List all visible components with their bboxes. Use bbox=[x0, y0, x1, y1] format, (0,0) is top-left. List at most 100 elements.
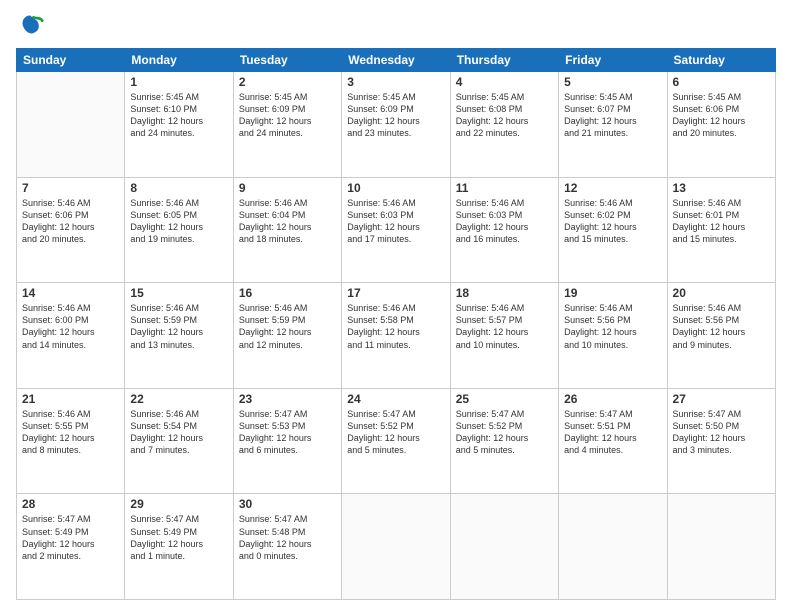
calendar-cell: 1 Sunrise: 5:45 AM Sunset: 6:10 PM Daylig… bbox=[125, 72, 233, 178]
cell-content: Sunrise: 5:46 AM Sunset: 6:02 PM Dayligh… bbox=[564, 197, 661, 246]
cell-content: Sunrise: 5:47 AM Sunset: 5:49 PM Dayligh… bbox=[130, 513, 227, 562]
calendar-cell: 4 Sunrise: 5:45 AM Sunset: 6:08 PM Daylig… bbox=[450, 72, 558, 178]
cell-content: Sunrise: 5:45 AM Sunset: 6:08 PM Dayligh… bbox=[456, 91, 553, 140]
day-number: 3 bbox=[347, 75, 444, 89]
cell-content: Sunrise: 5:45 AM Sunset: 6:09 PM Dayligh… bbox=[239, 91, 336, 140]
calendar-week-2: 7 Sunrise: 5:46 AM Sunset: 6:06 PM Daylig… bbox=[17, 177, 776, 283]
cell-content: Sunrise: 5:46 AM Sunset: 6:03 PM Dayligh… bbox=[347, 197, 444, 246]
calendar-cell: 21Sunrise: 5:46 AM Sunset: 5:55 PM Dayli… bbox=[17, 388, 125, 494]
day-number: 10 bbox=[347, 181, 444, 195]
calendar-cell bbox=[342, 494, 450, 600]
calendar-cell: 18 Sunrise: 5:46 AM Sunset: 5:57 PM Dayli… bbox=[450, 283, 558, 389]
day-number: 20 bbox=[673, 286, 770, 300]
calendar-week-5: 28 Sunrise: 5:47 AM Sunset: 5:49 PM Dayli… bbox=[17, 494, 776, 600]
page: SundayMondayTuesdayWednesdayThursdayFrid… bbox=[0, 0, 792, 612]
day-number: 6 bbox=[673, 75, 770, 89]
cell-content: Sunrise: 5:46 AM Sunset: 6:00 PM Dayligh… bbox=[22, 302, 119, 351]
cell-content: Sunrise: 5:46 AM Sunset: 5:57 PM Dayligh… bbox=[456, 302, 553, 351]
day-number: 2 bbox=[239, 75, 336, 89]
day-number: 1 bbox=[130, 75, 227, 89]
day-number: 4 bbox=[456, 75, 553, 89]
calendar-cell: 15Sunrise: 5:46 AM Sunset: 5:59 PM Dayli… bbox=[125, 283, 233, 389]
calendar-cell: 16 Sunrise: 5:46 AM Sunset: 5:59 PM Dayli… bbox=[233, 283, 341, 389]
cell-content: Sunrise: 5:46 AM Sunset: 5:56 PM Dayligh… bbox=[564, 302, 661, 351]
calendar-cell: 6 Sunrise: 5:45 AM Sunset: 6:06 PM Daylig… bbox=[667, 72, 775, 178]
cell-content: Sunrise: 5:46 AM Sunset: 6:05 PM Dayligh… bbox=[130, 197, 227, 246]
cell-content: Sunrise: 5:45 AM Sunset: 6:10 PM Dayligh… bbox=[130, 91, 227, 140]
day-number: 17 bbox=[347, 286, 444, 300]
day-number: 8 bbox=[130, 181, 227, 195]
calendar-header-thursday: Thursday bbox=[450, 49, 558, 72]
cell-content: Sunrise: 5:46 AM Sunset: 6:06 PM Dayligh… bbox=[22, 197, 119, 246]
day-number: 26 bbox=[564, 392, 661, 406]
calendar-cell: 10 Sunrise: 5:46 AM Sunset: 6:03 PM Dayli… bbox=[342, 177, 450, 283]
cell-content: Sunrise: 5:45 AM Sunset: 6:09 PM Dayligh… bbox=[347, 91, 444, 140]
calendar-cell: 22 Sunrise: 5:46 AM Sunset: 5:54 PM Dayli… bbox=[125, 388, 233, 494]
day-number: 23 bbox=[239, 392, 336, 406]
cell-content: Sunrise: 5:46 AM Sunset: 5:55 PM Dayligh… bbox=[22, 408, 119, 457]
day-number: 25 bbox=[456, 392, 553, 406]
day-number: 30 bbox=[239, 497, 336, 511]
cell-content: Sunrise: 5:47 AM Sunset: 5:50 PM Dayligh… bbox=[673, 408, 770, 457]
logo-icon bbox=[16, 12, 44, 40]
cell-content: Sunrise: 5:47 AM Sunset: 5:48 PM Dayligh… bbox=[239, 513, 336, 562]
calendar-cell: 17 Sunrise: 5:46 AM Sunset: 5:58 PM Dayli… bbox=[342, 283, 450, 389]
day-number: 18 bbox=[456, 286, 553, 300]
cell-content: Sunrise: 5:47 AM Sunset: 5:49 PM Dayligh… bbox=[22, 513, 119, 562]
day-number: 28 bbox=[22, 497, 119, 511]
cell-content: Sunrise: 5:47 AM Sunset: 5:53 PM Dayligh… bbox=[239, 408, 336, 457]
day-number: 29 bbox=[130, 497, 227, 511]
cell-content: Sunrise: 5:45 AM Sunset: 6:07 PM Dayligh… bbox=[564, 91, 661, 140]
calendar-cell: 20 Sunrise: 5:46 AM Sunset: 5:56 PM Dayli… bbox=[667, 283, 775, 389]
calendar-cell: 28 Sunrise: 5:47 AM Sunset: 5:49 PM Dayli… bbox=[17, 494, 125, 600]
cell-content: Sunrise: 5:47 AM Sunset: 5:51 PM Dayligh… bbox=[564, 408, 661, 457]
calendar-cell: 29 Sunrise: 5:47 AM Sunset: 5:49 PM Dayli… bbox=[125, 494, 233, 600]
calendar-cell bbox=[667, 494, 775, 600]
cell-content: Sunrise: 5:46 AM Sunset: 5:58 PM Dayligh… bbox=[347, 302, 444, 351]
day-number: 14 bbox=[22, 286, 119, 300]
day-number: 11 bbox=[456, 181, 553, 195]
day-number: 7 bbox=[22, 181, 119, 195]
day-number: 24 bbox=[347, 392, 444, 406]
calendar-header-sunday: Sunday bbox=[17, 49, 125, 72]
calendar-table: SundayMondayTuesdayWednesdayThursdayFrid… bbox=[16, 48, 776, 600]
day-number: 16 bbox=[239, 286, 336, 300]
calendar-cell: 5Sunrise: 5:45 AM Sunset: 6:07 PM Daylig… bbox=[559, 72, 667, 178]
calendar-week-1: 1 Sunrise: 5:45 AM Sunset: 6:10 PM Daylig… bbox=[17, 72, 776, 178]
calendar-cell: 8 Sunrise: 5:46 AM Sunset: 6:05 PM Daylig… bbox=[125, 177, 233, 283]
calendar-header-friday: Friday bbox=[559, 49, 667, 72]
calendar-cell: 7 Sunrise: 5:46 AM Sunset: 6:06 PM Daylig… bbox=[17, 177, 125, 283]
day-number: 12 bbox=[564, 181, 661, 195]
logo bbox=[16, 12, 46, 40]
day-number: 22 bbox=[130, 392, 227, 406]
calendar-cell: 12 Sunrise: 5:46 AM Sunset: 6:02 PM Dayli… bbox=[559, 177, 667, 283]
calendar-week-3: 14 Sunrise: 5:46 AM Sunset: 6:00 PM Dayli… bbox=[17, 283, 776, 389]
day-number: 27 bbox=[673, 392, 770, 406]
day-number: 13 bbox=[673, 181, 770, 195]
calendar-cell: 13 Sunrise: 5:46 AM Sunset: 6:01 PM Dayli… bbox=[667, 177, 775, 283]
calendar-header-row: SundayMondayTuesdayWednesdayThursdayFrid… bbox=[17, 49, 776, 72]
calendar-header-monday: Monday bbox=[125, 49, 233, 72]
calendar-header-saturday: Saturday bbox=[667, 49, 775, 72]
cell-content: Sunrise: 5:46 AM Sunset: 6:01 PM Dayligh… bbox=[673, 197, 770, 246]
calendar-header-wednesday: Wednesday bbox=[342, 49, 450, 72]
cell-content: Sunrise: 5:47 AM Sunset: 5:52 PM Dayligh… bbox=[456, 408, 553, 457]
calendar-cell: 30 Sunrise: 5:47 AM Sunset: 5:48 PM Dayli… bbox=[233, 494, 341, 600]
cell-content: Sunrise: 5:46 AM Sunset: 5:54 PM Dayligh… bbox=[130, 408, 227, 457]
calendar-cell: 9 Sunrise: 5:46 AM Sunset: 6:04 PM Daylig… bbox=[233, 177, 341, 283]
cell-content: Sunrise: 5:46 AM Sunset: 5:59 PM Dayligh… bbox=[239, 302, 336, 351]
day-number: 9 bbox=[239, 181, 336, 195]
calendar-cell bbox=[450, 494, 558, 600]
calendar-cell: 26 Sunrise: 5:47 AM Sunset: 5:51 PM Dayli… bbox=[559, 388, 667, 494]
calendar-cell bbox=[559, 494, 667, 600]
calendar-cell: 19Sunrise: 5:46 AM Sunset: 5:56 PM Dayli… bbox=[559, 283, 667, 389]
calendar-cell: 11 Sunrise: 5:46 AM Sunset: 6:03 PM Dayli… bbox=[450, 177, 558, 283]
cell-content: Sunrise: 5:45 AM Sunset: 6:06 PM Dayligh… bbox=[673, 91, 770, 140]
cell-content: Sunrise: 5:46 AM Sunset: 5:56 PM Dayligh… bbox=[673, 302, 770, 351]
cell-content: Sunrise: 5:46 AM Sunset: 6:03 PM Dayligh… bbox=[456, 197, 553, 246]
calendar-cell: 25 Sunrise: 5:47 AM Sunset: 5:52 PM Dayli… bbox=[450, 388, 558, 494]
cell-content: Sunrise: 5:46 AM Sunset: 6:04 PM Dayligh… bbox=[239, 197, 336, 246]
cell-content: Sunrise: 5:47 AM Sunset: 5:52 PM Dayligh… bbox=[347, 408, 444, 457]
header bbox=[16, 12, 776, 40]
calendar-cell: 23 Sunrise: 5:47 AM Sunset: 5:53 PM Dayli… bbox=[233, 388, 341, 494]
